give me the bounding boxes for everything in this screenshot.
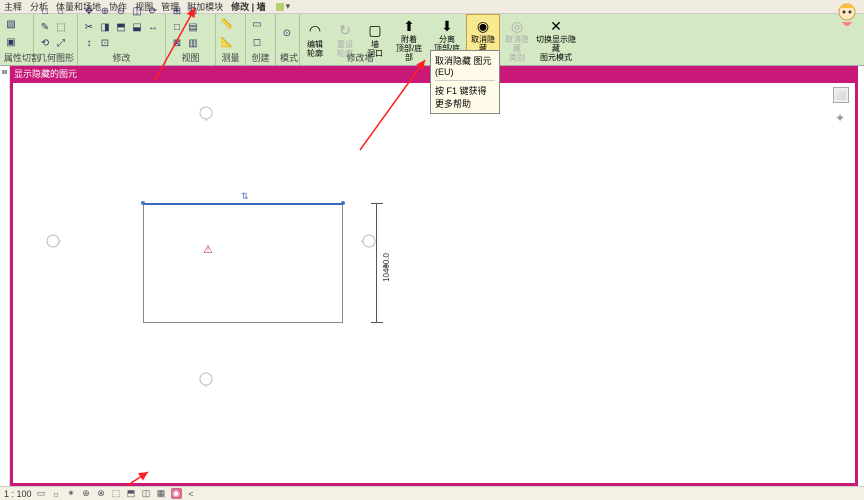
drag-handle-tr[interactable] xyxy=(341,201,345,205)
attach-icon: ⬆ xyxy=(400,17,418,35)
reveal-hidden-icon[interactable]: ◉ xyxy=(171,488,182,499)
cut-geom-icon[interactable]: ▣ xyxy=(4,35,18,49)
split-icon[interactable]: ◨ xyxy=(98,20,112,34)
unhide-element-icon: ◉ xyxy=(474,17,492,35)
nav-compass-icon[interactable] xyxy=(835,109,849,123)
mirror-icon[interactable]: ◫ xyxy=(130,4,144,18)
scale-h-icon[interactable]: ↔ xyxy=(146,20,160,34)
helper-mascot[interactable] xyxy=(832,0,862,40)
detach-icon: ⬇ xyxy=(438,17,456,35)
geom-icon-5[interactable]: ⟲ xyxy=(38,36,52,50)
scale-v-icon[interactable]: ↕ xyxy=(82,36,96,50)
mode-icon[interactable]: ⊙ xyxy=(280,26,294,40)
ribbon-group-geometry: □ ⌂ ✎ ⬚ ⟲ ⤢ 几何图形 xyxy=(34,14,78,65)
ribbon-label-cut: 属性切割 xyxy=(4,51,29,64)
tooltip-title: 取消隐藏 图元 (EU) xyxy=(435,53,495,78)
wall-rectangle[interactable] xyxy=(143,203,343,323)
ribbon-label-measure: 测量 xyxy=(220,51,241,64)
drag-handle-tl[interactable] xyxy=(141,201,145,205)
move-icon[interactable]: ✥ xyxy=(82,4,96,18)
left-panel-collapsed[interactable] xyxy=(0,66,10,486)
unhide-category-button[interactable]: ◎ 取消隐藏类别 xyxy=(500,14,534,65)
crop-region-icon[interactable]: ⬒ xyxy=(126,488,137,499)
level-marker-right[interactable] xyxy=(361,233,377,249)
dimension-icon[interactable]: 📐 xyxy=(220,35,234,49)
mascot-icon xyxy=(832,0,862,40)
ribbon-label-geometry: 几何图形 xyxy=(38,51,73,64)
wall-opening-icon: ▢ xyxy=(366,22,384,40)
create-icon-1[interactable]: ▭ xyxy=(250,17,264,31)
view-icon-6[interactable]: ▥ xyxy=(186,36,200,50)
geom-icon-2[interactable]: ⌂ xyxy=(54,4,68,18)
geom-icon-1[interactable]: □ xyxy=(38,4,52,18)
shadows-on-icon[interactable]: ⊕ xyxy=(81,488,92,499)
level-marker-left[interactable] xyxy=(45,233,61,249)
ribbon-label-modify: 修改 xyxy=(82,51,161,64)
drawing-viewport[interactable]: ⇅ 10400.0 ◂ ⚠ ⬜ xyxy=(10,80,858,486)
copy-icon[interactable]: ⊕ xyxy=(98,4,112,18)
detail-level-icon[interactable]: ▭ xyxy=(36,488,47,499)
menu-annotate[interactable]: 主释 xyxy=(4,0,22,13)
level-marker-bottom[interactable] xyxy=(198,371,214,387)
view-icon-5[interactable]: ⊠ xyxy=(170,36,184,50)
color-swatch[interactable] xyxy=(276,3,284,11)
visual-style-icon[interactable]: ☼ xyxy=(51,488,62,499)
lock-3d-icon[interactable]: ◫ xyxy=(141,488,152,499)
create-icon-2[interactable]: ◻ xyxy=(250,35,264,49)
ribbon-group-view: ⊞ ⊟ □ ▤ ⊠ ▥ 视图 xyxy=(166,14,216,65)
view-icon-1[interactable]: ⊞ xyxy=(170,4,184,18)
view-icon-2[interactable]: ⊟ xyxy=(186,4,200,18)
level-marker-top[interactable] xyxy=(198,105,214,121)
offset-icon[interactable]: ⬒ xyxy=(114,20,128,34)
close-icon: ✕ xyxy=(547,17,565,35)
tab-dropdown-icon[interactable]: ▾ xyxy=(286,1,291,12)
rotate-icon[interactable]: ⊖ xyxy=(114,4,128,18)
toggle-reveal-button[interactable]: ✕ 切换显示隐藏图元模式 xyxy=(534,14,578,65)
annotation-warning-icon[interactable]: ⚠ xyxy=(203,243,215,255)
ribbon-tooltip: 取消隐藏 图元 (EU) 按 F1 键获得更多帮助 xyxy=(430,50,500,114)
temp-hide-icon[interactable]: ▦ xyxy=(156,488,167,499)
ribbon-group-modify: ✥ ⊕ ⊖ ◫ ⟳ ✂ ◨ ⬒ ⬓ ↔ ↕ ⊡ 修改 xyxy=(78,14,166,65)
shadows-off-icon[interactable]: ⊗ xyxy=(96,488,107,499)
ribbon-label-create: 创建 xyxy=(250,51,271,64)
menu-modify-wall-tab[interactable]: 修改 | 墙 xyxy=(231,0,266,13)
align-icon[interactable]: ⬓ xyxy=(130,20,144,34)
flip-control-icon[interactable]: ⇅ xyxy=(241,191,249,202)
ribbon-group-mode: ⊙ 模式 xyxy=(276,14,300,65)
tooltip-help: 按 F1 键获得更多帮助 xyxy=(435,83,495,111)
view-control-bar: 1 : 100 ▭ ☼ ✶ ⊕ ⊗ ⬚ ⬒ ◫ ▦ ◉ < xyxy=(0,486,864,500)
crop-view-icon[interactable]: ⬚ xyxy=(111,488,122,499)
geom-icon-3[interactable]: ✎ xyxy=(38,20,52,34)
sun-path-icon[interactable]: ✶ xyxy=(66,488,77,499)
unhide-category-icon: ◎ xyxy=(508,17,526,35)
pin-icon[interactable]: ⊡ xyxy=(98,36,112,50)
geom-icon-4[interactable]: ⬚ xyxy=(54,20,68,34)
ribbon-group-measure: 📏 📐 测量 xyxy=(216,14,246,65)
view-cube[interactable]: ⬜ xyxy=(833,87,849,103)
ribbon-label-view: 视图 xyxy=(170,51,211,64)
dimension-handle-icon[interactable]: ◂ xyxy=(383,261,387,270)
reset-profile-icon: ↻ xyxy=(336,22,354,40)
array-icon[interactable]: ⟳ xyxy=(146,4,160,18)
ribbon-label-mode: 模式 xyxy=(280,51,295,64)
view-scale[interactable]: 1 : 100 xyxy=(4,489,32,499)
view-icon-3[interactable]: □ xyxy=(170,20,184,34)
status-chevron-icon[interactable]: < xyxy=(186,488,197,499)
ribbon-group-create: ▭ ◻ 创建 xyxy=(246,14,276,65)
edit-profile-icon: ◠ xyxy=(306,22,324,40)
ribbon-group-cut: ▧ ▣ 属性切割 xyxy=(0,14,34,65)
geom-icon-6[interactable]: ⤢ xyxy=(54,36,68,50)
ribbon-label-modwall: 修改墙 xyxy=(300,51,420,64)
trim-icon[interactable]: ✂ xyxy=(82,20,96,34)
dimension-vertical[interactable]: 10400.0 ◂ xyxy=(353,203,383,323)
view-icon-4[interactable]: ▤ xyxy=(186,20,200,34)
cut-profile-icon[interactable]: ▧ xyxy=(4,17,18,31)
measure-icon[interactable]: 📏 xyxy=(220,17,234,31)
